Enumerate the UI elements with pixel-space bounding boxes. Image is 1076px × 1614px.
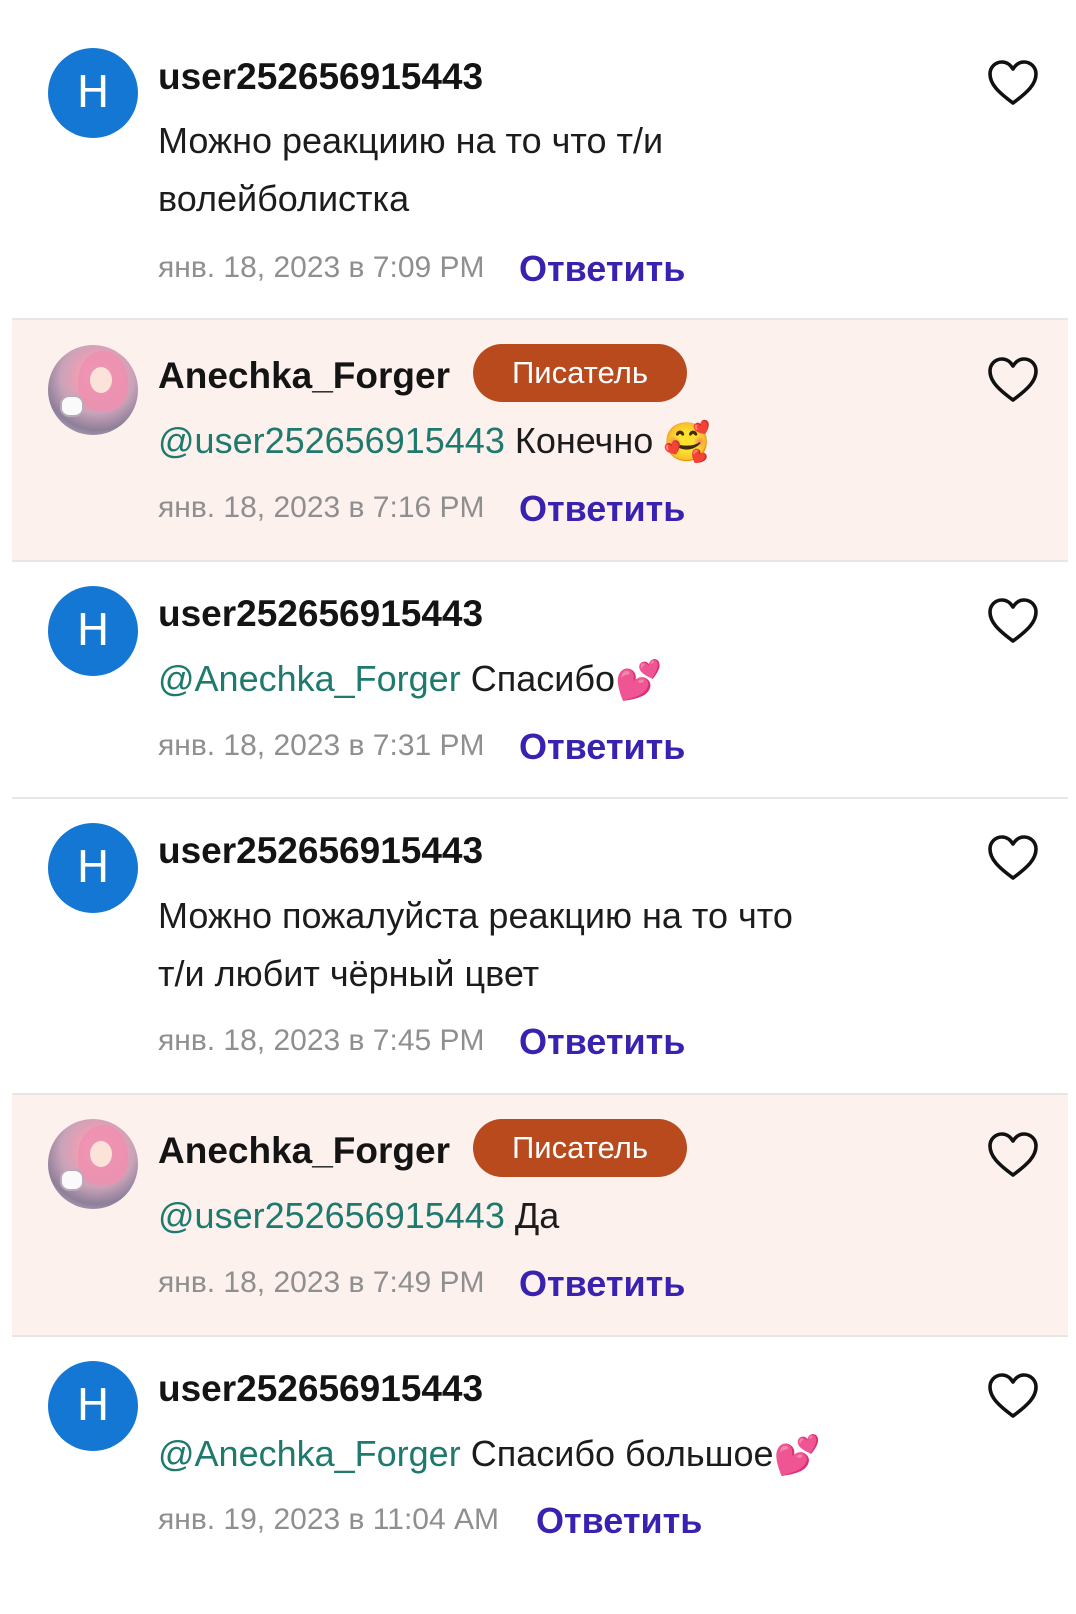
comment-text-line: Да xyxy=(514,1195,560,1236)
comment-username[interactable]: user252656915443 xyxy=(158,829,483,873)
author-badge: Писатель xyxy=(473,1119,687,1177)
heart-icon xyxy=(988,60,1038,105)
avatar-face xyxy=(90,1141,112,1167)
comment-text-line: волейболистка xyxy=(158,178,410,219)
heart-icon xyxy=(988,357,1038,402)
comment-timestamp: янв. 18, 2023 в 7:31 PM xyxy=(158,729,485,762)
comment-username[interactable]: user252656915443 xyxy=(158,55,483,99)
reply-button[interactable]: Ответить xyxy=(536,1501,702,1541)
like-button[interactable] xyxy=(986,833,1040,883)
comment-timestamp: янв. 19, 2023 в 11:04 AM xyxy=(158,1503,499,1536)
avatar-cat xyxy=(60,395,84,417)
comment-username[interactable]: user252656915443 xyxy=(158,1367,483,1411)
comment-item-author: Anechka_Forger Писатель @user25265691544… xyxy=(12,1095,1068,1335)
two-hearts-icon: 💕 xyxy=(773,1435,821,1478)
avatar[interactable]: H xyxy=(48,48,138,138)
comment-item: H user252656915443 @Anechka_Forger Спаси… xyxy=(12,1337,1068,1614)
like-button[interactable] xyxy=(986,1130,1040,1180)
heart-icon xyxy=(988,1373,1038,1418)
comment-text-line: Спасибо xyxy=(470,658,615,699)
like-button[interactable] xyxy=(986,596,1040,646)
comment-text-line: Спасибо большое xyxy=(470,1433,774,1474)
comment-timestamp: янв. 18, 2023 в 7:45 PM xyxy=(158,1024,485,1057)
two-hearts-icon: 💕 xyxy=(614,660,663,703)
reply-button[interactable]: Ответить xyxy=(519,489,685,529)
comment-text-line: т/и любит чёрный цвет xyxy=(158,953,540,994)
comment-text-line: Можно реакциию на то что т/и xyxy=(158,120,664,161)
author-avatar[interactable] xyxy=(48,345,138,435)
comment-text-line: Можно пожалуйста реакцию на то что xyxy=(158,895,793,936)
comment-item: H user252656915443 Можно пожалуйста реак… xyxy=(12,799,1068,1093)
heart-icon xyxy=(988,835,1038,880)
avatar[interactable]: H xyxy=(48,1361,138,1451)
heart-icon xyxy=(988,598,1038,643)
comment-text-line: Конечно xyxy=(514,420,654,461)
comment-item-author: Anechka_Forger Писатель @user25265691544… xyxy=(12,320,1068,560)
comment-timestamp: янв. 18, 2023 в 7:49 PM xyxy=(158,1266,485,1299)
mention-link[interactable]: @user252656915443 xyxy=(158,1195,505,1236)
comment-text: Можно пожалуйста реакцию на то что т/и л… xyxy=(158,887,878,1003)
like-button[interactable] xyxy=(986,58,1040,108)
like-button[interactable] xyxy=(986,1371,1040,1421)
comment-username[interactable]: Anechka_Forger xyxy=(158,1129,450,1173)
reply-button[interactable]: Ответить xyxy=(519,249,685,289)
author-avatar[interactable] xyxy=(48,1119,138,1209)
comment-text: @Anechka_Forger Спасибо большое💕 xyxy=(158,1425,878,1483)
author-badge: Писатель xyxy=(473,344,687,402)
mention-link[interactable]: @Anechka_Forger xyxy=(158,658,461,699)
mention-link[interactable]: @Anechka_Forger xyxy=(158,1433,461,1474)
comment-text: @user252656915443 Конечно 🥰 xyxy=(158,412,878,470)
comment-username[interactable]: Anechka_Forger xyxy=(158,354,450,398)
comment-text: Можно реакциию на то что т/и волейболист… xyxy=(158,112,878,228)
comment-username[interactable]: user252656915443 xyxy=(158,592,483,636)
smiling-face-with-hearts-icon: 🥰 xyxy=(663,422,711,465)
comment-text: @Anechka_Forger Спасибо💕 xyxy=(158,650,878,708)
comment-timestamp: янв. 18, 2023 в 7:09 PM xyxy=(158,251,485,284)
reply-button[interactable]: Ответить xyxy=(519,1264,685,1304)
comment-item: H user252656915443 Можно реакциию на то … xyxy=(12,20,1068,318)
avatar[interactable]: H xyxy=(48,823,138,913)
comment-item: H user252656915443 @Anechka_Forger Спаси… xyxy=(12,562,1068,798)
avatar[interactable]: H xyxy=(48,586,138,676)
avatar-cat xyxy=(60,1169,84,1191)
mention-link[interactable]: @user252656915443 xyxy=(158,420,505,461)
comment-timestamp: янв. 18, 2023 в 7:16 PM xyxy=(158,491,485,524)
comment-text: @user252656915443 Да xyxy=(158,1187,878,1245)
reply-button[interactable]: Ответить xyxy=(519,727,685,767)
like-button[interactable] xyxy=(986,355,1040,405)
reply-button[interactable]: Ответить xyxy=(519,1022,685,1062)
heart-icon xyxy=(988,1132,1038,1177)
avatar-face xyxy=(90,367,112,393)
